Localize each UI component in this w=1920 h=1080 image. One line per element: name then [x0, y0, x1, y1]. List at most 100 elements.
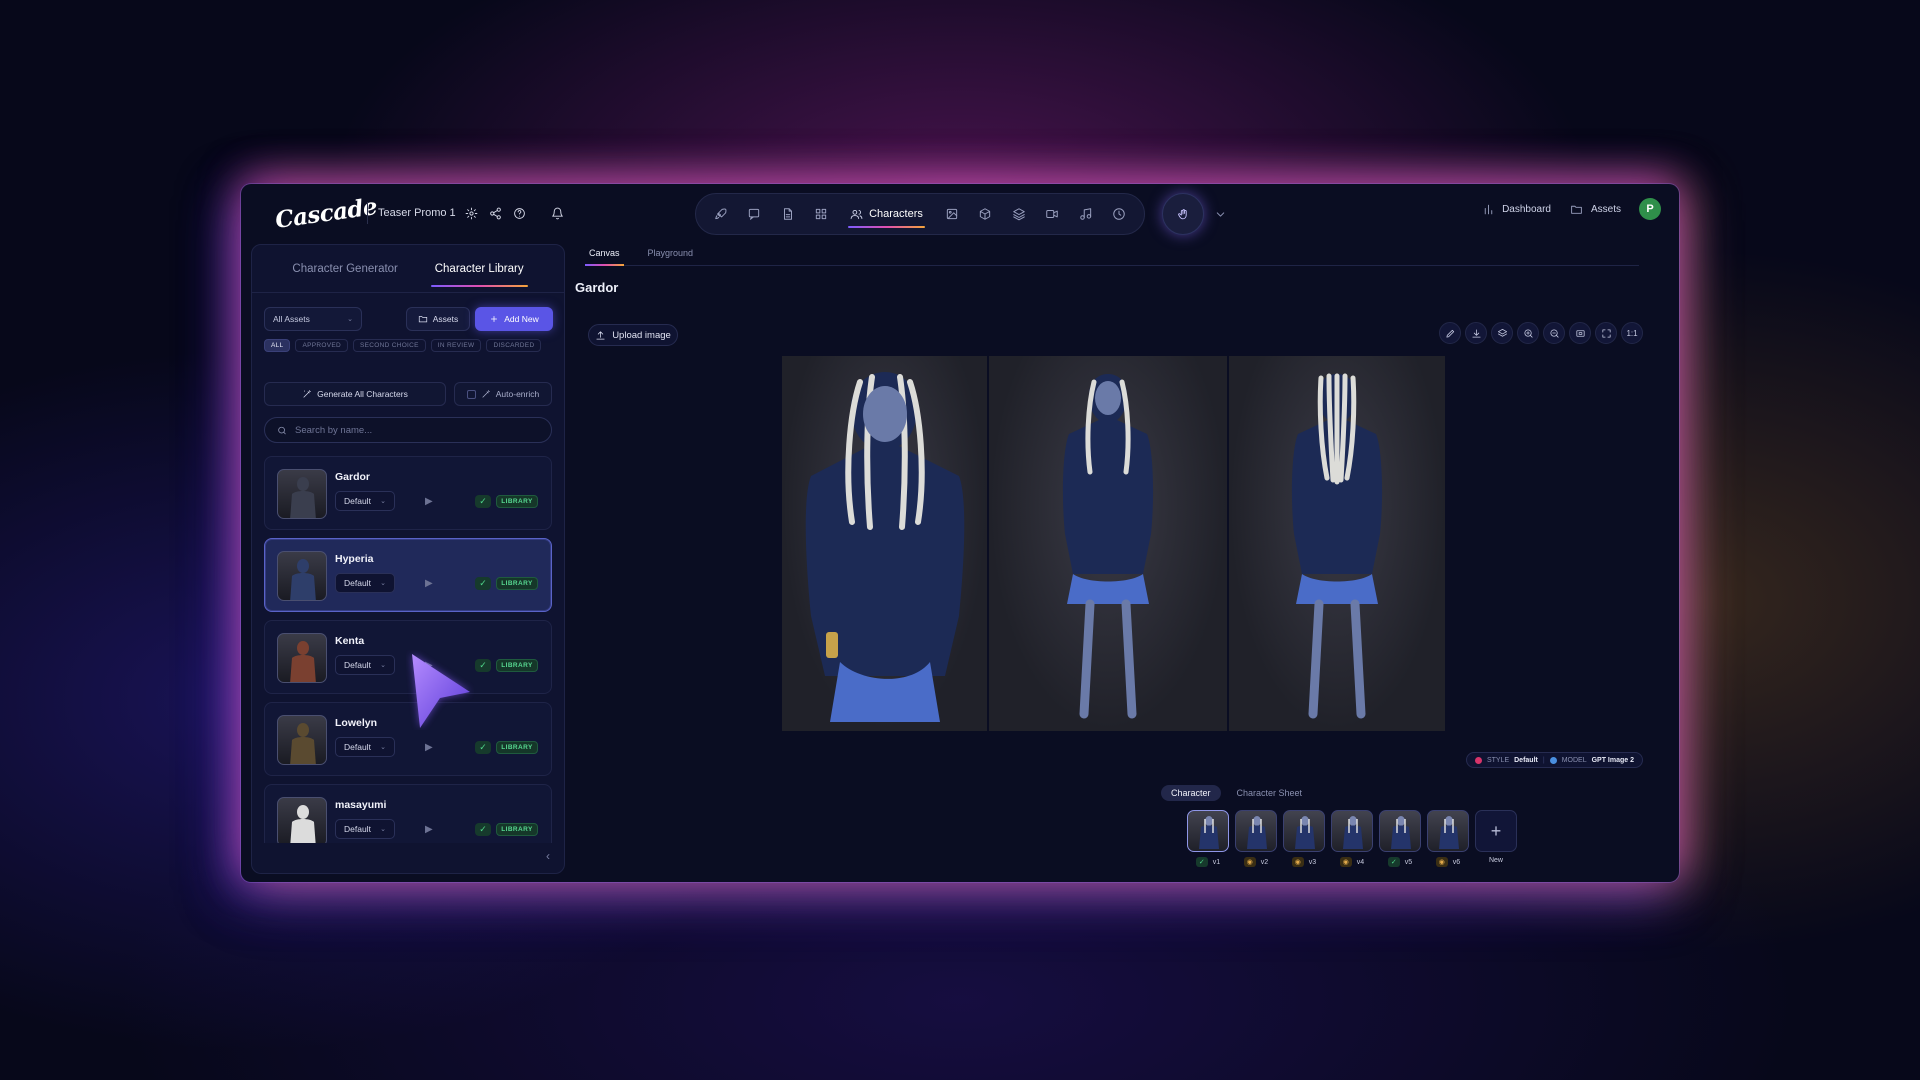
collapse-sidebar-icon[interactable]: ‹	[546, 849, 550, 863]
pencil-icon[interactable]	[1439, 322, 1461, 344]
filter-all[interactable]: ALL	[264, 339, 291, 352]
version-item[interactable]: ✓ v5	[1379, 810, 1421, 867]
actual-size-button[interactable]: 1:1	[1621, 322, 1643, 344]
approved-check-icon[interactable]: ✓	[475, 495, 491, 508]
fit-screen-icon[interactable]	[1569, 322, 1591, 344]
approved-check-icon[interactable]: ✓	[475, 659, 491, 672]
chevron-down-icon: ⌄	[380, 580, 386, 587]
document-icon[interactable]	[773, 199, 803, 229]
filter-second-choice[interactable]: SECOND CHOICE	[353, 339, 426, 352]
layers-icon[interactable]	[1491, 322, 1513, 344]
tab-character[interactable]: Character	[1161, 785, 1221, 801]
tab-character-library[interactable]: Character Library	[430, 255, 528, 287]
tab-canvas[interactable]: Canvas	[585, 244, 624, 266]
app-logo[interactable]: Cascade	[274, 193, 379, 234]
checkbox[interactable]	[466, 389, 476, 399]
variant-value: Default	[344, 496, 371, 506]
help-icon[interactable]	[512, 205, 528, 221]
zoom-out-icon[interactable]	[1543, 322, 1565, 344]
variant-select[interactable]: Default ⌄	[335, 491, 395, 511]
variant-select[interactable]: Default ⌄	[335, 573, 395, 593]
bell-icon[interactable]	[550, 205, 566, 221]
grid-icon[interactable]	[807, 199, 837, 229]
sidebar-toolbar: All Assets ⌄ Assets Add New	[264, 307, 553, 331]
model-dot	[1549, 756, 1557, 764]
assistant-button[interactable]	[1162, 193, 1204, 235]
dashboard-link[interactable]: Dashboard	[1480, 201, 1551, 217]
search-placeholder: Search by name...	[295, 424, 373, 436]
layers-icon[interactable]	[1004, 199, 1034, 229]
project-name[interactable]: Teaser Promo 1	[378, 207, 456, 219]
tab-character-generator[interactable]: Character Generator	[288, 255, 401, 283]
play-icon[interactable]: ▶	[425, 496, 433, 507]
eye-icon: ◉	[1291, 857, 1304, 867]
new-version-button[interactable]: + New	[1475, 810, 1517, 867]
filter-discarded[interactable]: DISCARDED	[486, 339, 542, 352]
generate-all-button[interactable]: Generate All Characters	[264, 382, 446, 406]
approved-check-icon[interactable]: ✓	[475, 577, 491, 590]
zoom-in-icon[interactable]	[1517, 322, 1539, 344]
character-name: Gardor	[335, 471, 371, 483]
play-icon[interactable]: ▶	[425, 824, 433, 835]
bar-chart-icon	[1480, 201, 1496, 217]
version-item[interactable]: ✓ v1	[1187, 810, 1229, 867]
style-dot	[1474, 756, 1482, 764]
page-title: Gardor	[575, 280, 619, 295]
asset-filter-select[interactable]: All Assets ⌄	[264, 307, 362, 331]
variant-select[interactable]: Default ⌄	[335, 737, 395, 757]
add-new-button[interactable]: Add New	[475, 307, 553, 331]
version-item[interactable]: ◉ v4	[1331, 810, 1373, 867]
tab-character-sheet[interactable]: Character Sheet	[1227, 785, 1313, 801]
character-card[interactable]: Hyperia Default ⌄ ▶ ✓ LIBRARY	[264, 538, 552, 612]
clock-icon[interactable]	[1104, 199, 1134, 229]
cube-icon[interactable]	[970, 199, 1000, 229]
nav-characters-tab[interactable]: Characters	[840, 199, 933, 229]
approved-check-icon[interactable]: ✓	[475, 823, 491, 836]
fullscreen-icon[interactable]	[1595, 322, 1617, 344]
version-item[interactable]: ◉ v2	[1235, 810, 1277, 867]
character-name: Hyperia	[335, 553, 374, 565]
filter-approved[interactable]: APPROVED	[295, 339, 348, 352]
play-icon[interactable]: ▶	[425, 742, 433, 753]
app-window: Cascade Teaser Promo 1 Characters Dashbo…	[241, 184, 1679, 882]
auto-enrich-toggle[interactable]: Auto-enrich	[454, 382, 552, 406]
play-icon[interactable]: ▶	[425, 578, 433, 589]
sidebar-tabs: Character Generator Character Library	[252, 245, 564, 293]
library-badge: LIBRARY	[496, 577, 538, 590]
chat-icon[interactable]	[740, 199, 770, 229]
assets-button[interactable]: Assets	[406, 307, 470, 331]
tab-playground[interactable]: Playground	[644, 244, 698, 265]
assets-link[interactable]: Assets	[1569, 201, 1621, 217]
search-icon	[277, 422, 287, 438]
image-icon[interactable]	[937, 199, 967, 229]
filter-in-review[interactable]: IN REVIEW	[430, 339, 482, 352]
upload-icon	[595, 327, 606, 343]
avatar[interactable]: P	[1639, 198, 1661, 220]
approved-check-icon[interactable]: ✓	[475, 741, 491, 754]
character-back-view	[1229, 356, 1445, 731]
project-switcher: Teaser Promo 1	[367, 202, 566, 224]
character-card[interactable]: masayumi Default ⌄ ▶ ✓ LIBRARY	[264, 784, 552, 843]
share-icon[interactable]	[488, 205, 504, 221]
sparkle-hand-icon	[1175, 206, 1191, 222]
variant-select[interactable]: Default ⌄	[335, 819, 395, 839]
video-icon[interactable]	[1037, 199, 1067, 229]
music-icon[interactable]	[1071, 199, 1101, 229]
top-bar: Cascade Teaser Promo 1 Characters Dashbo…	[241, 184, 1679, 244]
character-name: Kenta	[335, 635, 365, 647]
settings-icon[interactable]	[464, 205, 480, 221]
character-sheet-image	[782, 356, 1445, 731]
variant-select[interactable]: Default ⌄	[335, 655, 395, 675]
version-item[interactable]: ◉ v6	[1427, 810, 1469, 867]
variant-value: Default	[344, 824, 371, 834]
search-input[interactable]: Search by name...	[264, 417, 552, 443]
version-label: v3	[1308, 858, 1317, 866]
version-item[interactable]: ◉ v3	[1283, 810, 1325, 867]
rocket-icon[interactable]	[706, 199, 736, 229]
character-card[interactable]: Gardor Default ⌄ ▶ ✓ LIBRARY	[264, 456, 552, 530]
upload-image-button[interactable]: Upload image	[588, 324, 678, 346]
version-label: v6	[1452, 858, 1461, 866]
chevron-down-icon[interactable]	[1212, 206, 1228, 222]
generate-toolbar: Generate All Characters Auto-enrich	[264, 382, 552, 406]
download-icon[interactable]	[1465, 322, 1487, 344]
